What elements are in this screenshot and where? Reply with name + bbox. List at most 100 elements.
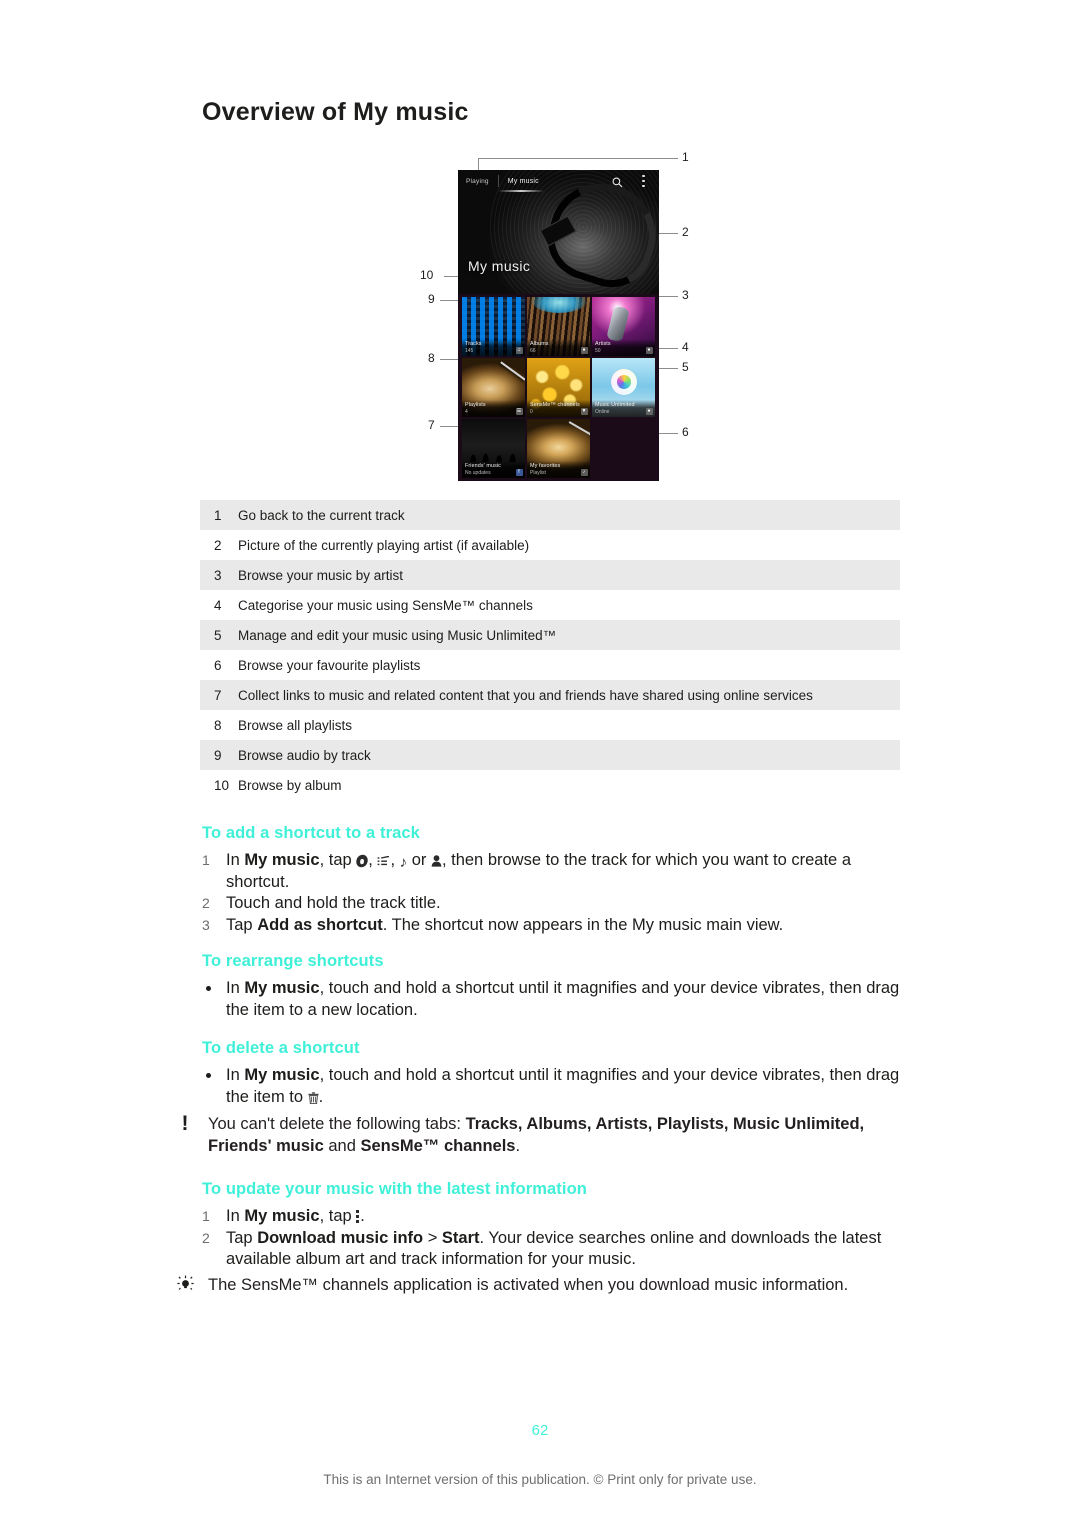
tile-title: Friends' music (465, 462, 501, 469)
legend-description: Collect links to music and related conte… (238, 687, 813, 703)
tile-my-favorites[interactable]: My favorites Playlist ♪ (527, 419, 590, 478)
step-text-a: Tap (226, 1228, 258, 1247)
tile-subtitle: 145 (465, 347, 474, 354)
tile-title: SensMe™ channels (530, 401, 580, 408)
note-tab-names: Tracks, Albums, Artists, Playlists, Musi… (465, 1115, 865, 1133)
legend-description: Browse audio by track (238, 747, 371, 763)
step-text-c: , tap (319, 1207, 357, 1225)
step-text-a: In (226, 851, 245, 869)
tile-empty-slot (592, 419, 655, 478)
legend-number: 7 (214, 687, 222, 703)
tile-subtitle: Playlist (530, 469, 546, 476)
tab-separator (497, 175, 499, 187)
note-friends-music: Friends' music (208, 1136, 324, 1155)
facebook-badge-icon: f (515, 468, 523, 476)
table-row: 10 Browse by album (200, 770, 900, 800)
callout-number-9: 9 (428, 292, 435, 306)
callout-number-3: 3 (682, 288, 689, 302)
section-heading: To add a shortcut to a track (202, 824, 420, 842)
section-heading: To update your music with the latest inf… (202, 1180, 587, 1198)
table-row: 6 Browse your favourite playlists (200, 650, 900, 680)
tile-title: Playlists (465, 401, 486, 408)
note-text-a: You can't delete the following tabs: (208, 1115, 466, 1133)
callout-number-8: 8 (428, 351, 435, 365)
lightbulb-icon (170, 1275, 200, 1299)
artist-person-icon (431, 852, 442, 867)
table-row: 4 Categorise your music using SensMe™ ch… (200, 590, 900, 620)
bullet-text-a: In (226, 979, 245, 997)
tile-music-unlimited[interactable]: Music Unlimited Online ● (592, 358, 655, 417)
step-emphasis-download-music-info: Download music info (257, 1228, 424, 1247)
footer-disclaimer: This is an Internet version of this publ… (323, 1472, 757, 1487)
tile-title: Tracks (465, 340, 482, 347)
legend-number: 1 (214, 507, 222, 523)
legend-description: Manage and edit your music using Music U… (238, 627, 557, 643)
tile-subtitle: Online (595, 408, 610, 415)
table-row: 5 Manage and edit your music using Music… (200, 620, 900, 650)
tab-playing[interactable]: Playing (466, 178, 489, 185)
favorites-badge-icon: ♪ (580, 468, 588, 476)
callout-legend-table: 1 Go back to the current track 2 Picture… (200, 500, 900, 800)
table-row: 2 Picture of the currently playing artis… (200, 530, 900, 560)
legend-number: 10 (214, 777, 230, 793)
legend-description: Browse your favourite playlists (238, 657, 421, 673)
list-item: 1 In My music, tap . (202, 1206, 902, 1228)
callout-number-10: 10 (420, 268, 434, 282)
section-heading: To rearrange shortcuts (202, 952, 384, 970)
step-emphasis-my-music: My music (244, 1207, 320, 1225)
step-or: or (407, 851, 431, 869)
legend-number: 8 (214, 717, 222, 733)
table-row: 1 Go back to the current track (200, 500, 900, 530)
note-body: You can't delete the following tabs: Tra… (208, 1114, 905, 1157)
tile-playlists[interactable]: Playlists 4 ☰ (462, 358, 525, 417)
note-sensme-channels: SensMe™ channels (360, 1136, 516, 1155)
overflow-menu-icon (356, 1210, 360, 1223)
step-text-c: , tap (319, 851, 357, 869)
tile-subtitle: No updates (465, 469, 491, 476)
tab-my-music[interactable]: My music (508, 178, 539, 185)
legend-description: Picture of the currently playing artist … (238, 537, 530, 553)
tile-albums[interactable]: Albums 66 ● (527, 297, 590, 356)
step-emphasis-start: Start (441, 1228, 480, 1247)
list-item: In My music, touch and hold a shortcut u… (202, 978, 902, 1021)
table-row: 3 Browse your music by artist (200, 560, 900, 590)
sensme-badge-icon: ▼ (580, 407, 588, 415)
document-page: Overview of My music 1 2 3 4 5 6 7 8 9 1… (0, 0, 1080, 1527)
step-text-c: . The shortcut now appears in the My mus… (382, 915, 784, 934)
list-item: 2 Tap Download music info > Start. Your d… (202, 1228, 902, 1271)
legend-description: Browse by album (238, 777, 342, 793)
phone-screenshot: Playing My music My music Tracks 145 ♫ A… (458, 170, 659, 481)
list-item: 2 Touch and hold the track title. (202, 893, 902, 915)
bullet-emphasis-my-music: My music (244, 979, 320, 997)
page-title: Overview of My music (202, 98, 469, 126)
exclamation-icon: ! (181, 1112, 189, 1135)
music-note-badge-icon: ♫ (515, 346, 523, 354)
artist-person-badge-icon: ● (645, 346, 653, 354)
tip-body: The SensMe™ channels application is acti… (208, 1276, 849, 1294)
step-list: 1 In My music, tap . 2 Tap Download music … (202, 1206, 902, 1271)
callout-number-5: 5 (682, 360, 689, 374)
tile-sensme-channels[interactable]: SensMe™ channels 0 ▼ (527, 358, 590, 417)
bullet-text-c: , touch and hold a shortcut until it mag… (226, 979, 900, 1019)
music-unlimited-badge-icon: ● (645, 407, 653, 415)
bullet-list: In My music, touch and hold a shortcut u… (202, 1065, 902, 1108)
leader-line-1 (478, 158, 678, 159)
bullet-emphasis-my-music: My music (244, 1066, 320, 1084)
note-and: and (323, 1136, 361, 1155)
note-cannot-delete-tabs: ! You can't delete the following tabs: T… (170, 1112, 905, 1157)
tile-artists[interactable]: Artists 50 ● (592, 297, 655, 356)
section-update-music: To update your music with the latest inf… (202, 1180, 902, 1271)
music-note-icon: ♪ (399, 854, 408, 871)
bullet-text-d: . (318, 1087, 324, 1106)
list-item: 1 In My music, tap , , ♪ or , then browse… (202, 850, 902, 893)
bullet-marker (206, 1073, 211, 1078)
tile-tracks[interactable]: Tracks 145 ♫ (462, 297, 525, 356)
tile-title: Albums (530, 340, 549, 347)
legend-number: 6 (214, 657, 222, 673)
step-sep-1: , (368, 851, 378, 869)
table-row: 8 Browse all playlists (200, 710, 900, 740)
tile-subtitle: 4 (465, 408, 468, 415)
step-number: 2 (202, 895, 210, 911)
section-delete-shortcut: To delete a shortcut In My music, touch … (202, 1039, 902, 1108)
tile-friends-music[interactable]: Friends' music No updates f (462, 419, 525, 478)
